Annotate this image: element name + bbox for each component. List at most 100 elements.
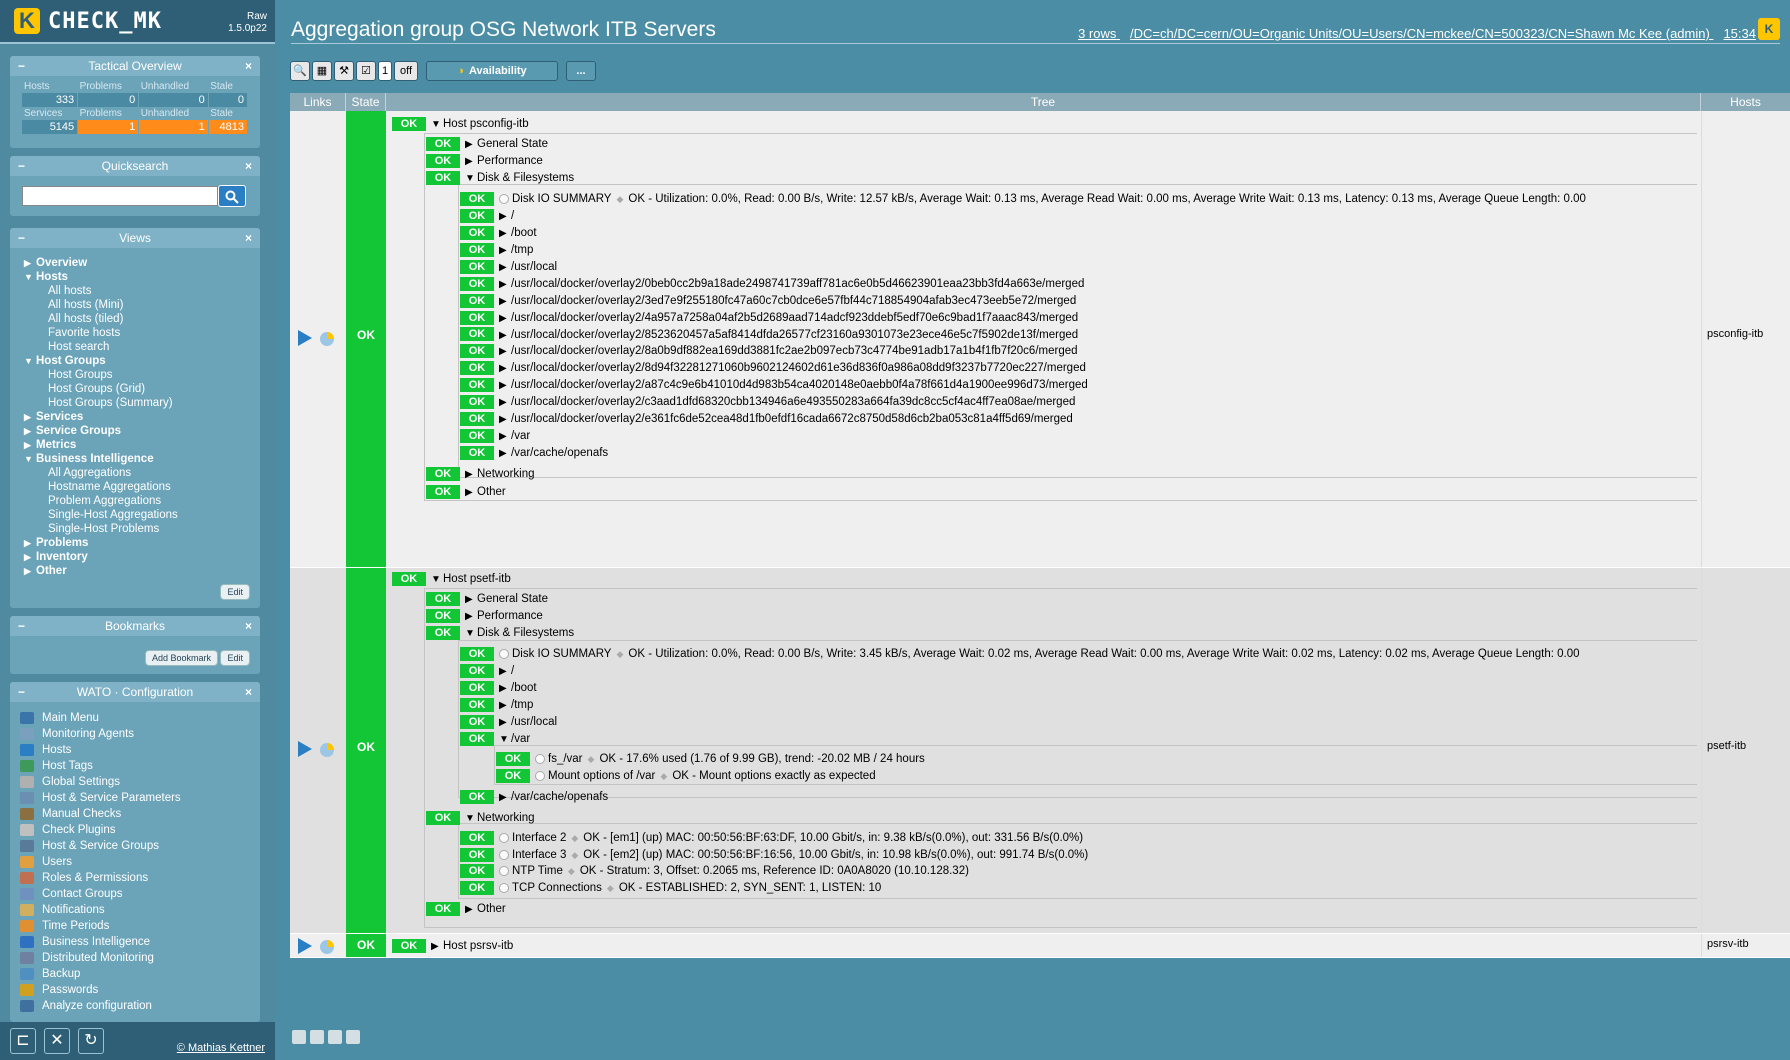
service-status-icon[interactable] <box>499 648 509 659</box>
availability-icon[interactable] <box>318 740 336 758</box>
views-link[interactable]: Single-Host Problems <box>24 522 260 536</box>
views-topic[interactable]: ▶ Service Groups <box>24 424 260 438</box>
availability-icon[interactable] <box>318 937 336 955</box>
wato-menu-item[interactable]: Business Intelligence <box>20 934 260 950</box>
tree-node[interactable]: OK ▶/usr/local/docker/overlay2/e361fc6de5… <box>460 411 1073 427</box>
collapsed-arrow-icon[interactable]: ▶ <box>499 429 511 445</box>
expanded-arrow-icon[interactable]: ▼ <box>465 626 477 642</box>
tree-node[interactable]: OK ▶/usr/local/docker/overlay2/c3aad1dfd6… <box>460 394 1075 410</box>
minimize-icon[interactable]: − <box>18 616 25 636</box>
refresh-count[interactable]: 1 <box>378 61 392 81</box>
views-topic[interactable]: ▼ Hosts <box>24 270 260 284</box>
col-links[interactable]: Links <box>290 93 346 111</box>
play-icon[interactable] <box>296 329 314 347</box>
tree-node[interactable]: OK ▶/usr/local/docker/overlay2/4a957a7258… <box>460 310 1078 326</box>
to-hosts-unhandled[interactable]: 0 <box>138 93 209 107</box>
collapsed-arrow-icon[interactable]: ▶ <box>499 209 511 225</box>
tree-leaf[interactable]: OK Disk IO SUMMARY ◆ OK - Utilization: 0.0%… <box>460 191 1586 207</box>
to-services-total[interactable]: 5145 <box>22 120 79 134</box>
tree-node[interactable]: OK ▶/usr/local/docker/overlay2/a87c4c9e6b… <box>460 377 1088 393</box>
tree-node[interactable]: OK ▶ / <box>460 208 514 224</box>
collapsed-arrow-icon[interactable]: ▶ <box>499 698 511 714</box>
tree-node[interactable]: OK ▶/usr/local <box>460 714 557 730</box>
views-topic[interactable]: ▼ Host Groups <box>24 354 260 368</box>
more-button[interactable]: ... <box>566 61 596 81</box>
user-link[interactable]: /DC=ch/DC=cern/OU=Organic Units/OU=Users… <box>1130 26 1710 41</box>
views-edit-button[interactable]: Edit <box>220 584 250 600</box>
play-icon[interactable] <box>296 937 314 955</box>
minimize-icon[interactable]: − <box>18 156 25 176</box>
collapsed-arrow-icon[interactable]: ▶ <box>465 902 477 918</box>
service-status-icon[interactable] <box>499 832 509 843</box>
to-hosts-stale[interactable]: 0 <box>208 93 249 107</box>
tree-node[interactable]: OK ▶/usr/local <box>460 259 557 275</box>
collapsed-arrow-icon[interactable]: ▶ <box>465 592 477 608</box>
wato-menu-item[interactable]: Host Tags <box>20 758 260 774</box>
service-status-icon[interactable] <box>499 193 509 204</box>
collapsed-arrow-icon[interactable]: ▶ <box>499 395 511 411</box>
collapsed-arrow-icon[interactable]: ▶ <box>499 344 511 360</box>
col-hosts[interactable]: Hosts <box>1701 93 1790 111</box>
tree-node[interactable]: OK ▶ / <box>460 663 514 679</box>
tree-node[interactable]: OK ▼ Disk & Filesystems <box>426 625 574 641</box>
wato-menu-item[interactable]: Roles & Permissions <box>20 870 260 886</box>
refresh-off[interactable]: off <box>394 61 418 81</box>
export-pdf-icon[interactable] <box>346 1030 360 1044</box>
host-link[interactable]: psrsv-itb <box>1707 938 1749 950</box>
snapin-title[interactable]: Quicksearch <box>102 159 169 173</box>
tree-node[interactable]: OK ▶/boot <box>460 225 537 241</box>
views-link[interactable]: Host Groups (Grid) <box>24 382 260 396</box>
tree-node[interactable]: OK ▶/var/cache/openafs <box>460 789 608 805</box>
expanded-arrow-icon[interactable]: ▼ <box>499 732 511 748</box>
tree-leaf[interactable]: OK TCP Connections ◆ OK - ESTABLISHED: 2, S… <box>460 880 881 896</box>
collapsed-arrow-icon[interactable]: ▶ <box>499 311 511 327</box>
tree-leaf[interactable]: OK Mount options of /var ◆ OK - Mount optio… <box>496 768 876 784</box>
expanded-arrow-icon[interactable]: ▼ <box>465 811 477 827</box>
tree-node[interactable]: OK ▶ Other <box>426 901 506 917</box>
wato-menu-item[interactable]: Hosts <box>20 742 260 758</box>
expanded-arrow-icon[interactable]: ▼ <box>431 117 443 133</box>
views-link[interactable]: Host Groups (Summary) <box>24 396 260 410</box>
tree-node[interactable]: OK ▶/usr/local/docker/overlay2/3ed7e9f255… <box>460 293 1076 309</box>
wato-menu-item[interactable]: Contact Groups <box>20 886 260 902</box>
views-link[interactable]: All hosts (tiled) <box>24 312 260 326</box>
collapsed-arrow-icon[interactable]: ▶ <box>499 378 511 394</box>
wato-menu-item[interactable]: Users <box>20 854 260 870</box>
wato-menu-item[interactable]: Manual Checks <box>20 806 260 822</box>
collapsed-arrow-icon[interactable]: ▶ <box>499 226 511 242</box>
reload-icon[interactable]: ↻ <box>78 1028 104 1054</box>
tree-leaf[interactable]: OK Disk IO SUMMARY ◆ OK - Utilization: 0.0%… <box>460 646 1580 662</box>
collapsed-arrow-icon[interactable]: ▶ <box>465 467 477 483</box>
tree-node[interactable]: OK ▶/boot <box>460 680 537 696</box>
filter-icon[interactable]: 🔍 <box>290 61 310 81</box>
tree-node[interactable]: OK ▼ Host psconfig-itb <box>392 116 529 132</box>
commands-icon[interactable]: ▦ <box>312 61 332 81</box>
tree-leaf[interactable]: OK Interface 3 ◆ OK - [em2] (up) MAC: 00:50… <box>460 847 1088 863</box>
collapsed-arrow-icon[interactable]: ▶ <box>499 446 511 462</box>
tree-node[interactable]: OK ▶ Host psrsv-itb <box>392 938 513 954</box>
tree-leaf[interactable]: OK NTP Time ◆ OK - Stratum: 3, Offset: 0.20… <box>460 863 969 879</box>
sidebar-toggle-icon[interactable]: ⊏ <box>10 1028 36 1054</box>
minimize-icon[interactable]: − <box>18 56 25 76</box>
collapsed-arrow-icon[interactable]: ▶ <box>499 412 511 428</box>
tree-node[interactable]: OK ▼ Disk & Filesystems <box>426 170 574 186</box>
tree-node[interactable]: OK ▶ Other <box>426 484 506 500</box>
service-status-icon[interactable] <box>499 883 509 894</box>
collapsed-arrow-icon[interactable]: ▶ <box>499 790 511 806</box>
tree-node[interactable]: OK ▶ Performance <box>426 153 543 169</box>
tree-leaf[interactable]: OK Interface 2 ◆ OK - [em1] (up) MAC: 00:50… <box>460 830 1083 846</box>
close-icon[interactable]: × <box>245 616 252 636</box>
tree-node[interactable]: OK ▼ Networking <box>426 810 535 826</box>
collapsed-arrow-icon[interactable]: ▶ <box>499 681 511 697</box>
collapsed-arrow-icon[interactable]: ▶ <box>499 328 511 344</box>
service-status-icon[interactable] <box>499 849 509 860</box>
tree-node[interactable]: OK ▼/var <box>460 731 530 747</box>
tree-node[interactable]: OK ▶/var/cache/openafs <box>460 445 608 461</box>
collapsed-arrow-icon[interactable]: ▶ <box>465 154 477 170</box>
availability-icon[interactable] <box>318 329 336 347</box>
service-status-icon[interactable] <box>499 866 509 877</box>
to-services-problems[interactable]: 1 <box>77 120 140 134</box>
collapsed-arrow-icon[interactable]: ▶ <box>499 260 511 276</box>
collapsed-arrow-icon[interactable]: ▶ <box>465 485 477 501</box>
play-icon[interactable] <box>296 740 314 758</box>
